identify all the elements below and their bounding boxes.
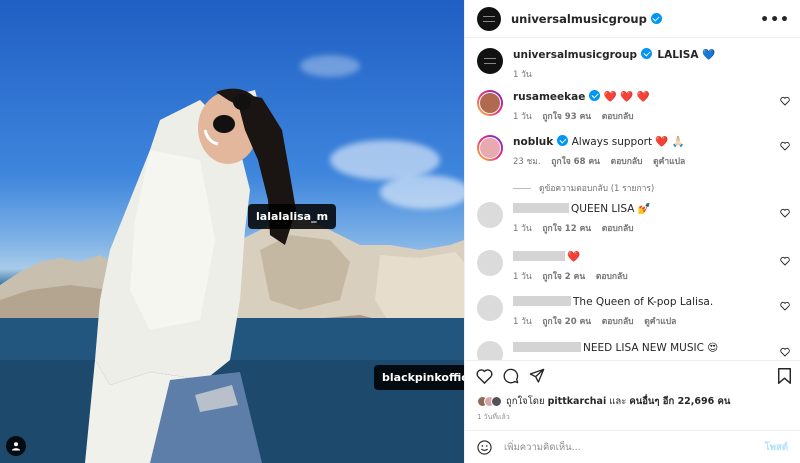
post-time[interactable]: 1 วันที่แล้ว [477,412,510,423]
comment-likes[interactable]: ถูกใจ 2 คน [542,272,585,282]
heart-icon[interactable] [476,368,493,384]
add-comment-bar: เพิ่มความคิดเห็น... โพสต์ [465,430,800,463]
reply-button[interactable]: ตอบกลับ [602,224,634,234]
post-comment-button[interactable]: โพสต์ [765,440,788,455]
comment-time[interactable]: 1 วัน [513,112,532,122]
caption-time[interactable]: 1 วัน [513,70,532,80]
photo-scene [0,88,464,463]
emoji-icon[interactable] [477,439,492,455]
avatar[interactable] [477,6,501,31]
like-comment-heart-icon[interactable] [780,256,790,266]
like-comment-heart-icon[interactable] [780,301,790,311]
post-header: universalmusicgroup ••• [465,0,800,38]
bookmark-icon[interactable] [778,368,791,384]
more-horizontal-icon[interactable]: ••• [760,12,790,28]
comment-text: NEED LISA NEW MUSIC 😍 [583,342,719,354]
likes-others[interactable]: คนอื่นๆ อีก 22,696 คน [629,396,730,407]
comment-likes[interactable]: ถูกใจ 12 คน [542,224,591,234]
comment-item: rusameekae ❤️ ❤️ ❤️ 1 วัน ถูกใจ 93 คน ตอ… [477,90,790,123]
comment-username[interactable]: nobluk [513,136,553,148]
comment-text: The Queen of K-pop Lalisa. [573,296,714,308]
redacted-username [513,296,571,306]
comment-item: QUEEN LISA 💅 1 วัน ถูกใจ 12 คน ตอบกลับ [477,202,790,235]
comment-text: ❤️ [567,251,581,263]
caption-username[interactable]: universalmusicgroup [513,49,637,61]
comment-text: ❤️ ❤️ ❤️ [603,91,650,103]
caption-text: LALISA 💙 [657,49,716,61]
reply-button[interactable]: ตอบกลับ [596,272,628,282]
redacted-username [513,203,569,213]
post-side-panel: universalmusicgroup ••• universalmusicgr… [464,0,800,463]
likes-prefix: ถูกใจโดย [506,396,545,407]
liker-avatar [491,396,502,407]
comment-text: QUEEN LISA 💅 [571,203,651,215]
comments-list[interactable]: universalmusicgroup LALISA 💙 1 วัน rusam… [465,38,800,360]
see-translation[interactable]: ดูคำแปล [653,157,685,167]
comment-time[interactable]: 1 วัน [513,224,532,234]
action-bar [465,360,800,390]
avatar[interactable] [477,48,503,74]
comment-text: Always support ❤️ 🙏🏻 [571,136,685,148]
view-replies-button[interactable]: ดูข้อความตอบกลับ (1 รายการ) [513,181,654,195]
verified-badge-icon [650,13,662,24]
like-comment-heart-icon[interactable] [780,96,790,106]
person-tag-icon[interactable] [6,436,26,456]
author-username[interactable]: universalmusicgroup [511,12,647,26]
post-photo[interactable]: lalalalisa_m blackpinkofficial [0,0,464,463]
redacted-username [513,251,565,261]
comment-likes[interactable]: ถูกใจ 68 คน [551,157,600,167]
verified-badge-icon [641,48,653,59]
avatar[interactable] [477,90,503,116]
comment-likes[interactable]: ถูกใจ 93 คน [542,112,591,122]
liker-username[interactable]: pittkarchai [548,396,607,407]
user-tag[interactable]: lalalalisa_m [248,204,337,229]
likes-middle: และ [609,396,627,407]
comment-likes[interactable]: ถูกใจ 20 คน [542,317,591,327]
user-tag[interactable]: blackpinkofficial [374,365,464,390]
caption: universalmusicgroup LALISA 💙 1 วัน [477,48,790,81]
comment-time[interactable]: 1 วัน [513,272,532,282]
redacted-username [513,342,581,352]
comment-username[interactable]: rusameekae [513,91,585,103]
reply-button[interactable]: ตอบกลับ [602,317,634,327]
avatar[interactable] [477,341,503,360]
like-comment-heart-icon[interactable] [780,141,790,151]
comment-item: The Queen of K-pop Lalisa. 1 วัน ถูกใจ 2… [477,295,790,328]
reply-button[interactable]: ตอบกลับ [611,157,643,167]
share-icon[interactable] [529,368,545,384]
avatar[interactable] [477,202,503,228]
likes-summary[interactable]: ถูกใจโดย pittkarchai และ คนอื่นๆ อีก 22,… [477,394,730,409]
avatar[interactable] [477,135,503,161]
comment-item: nobluk Always support ❤️ 🙏🏻 23 ชม. ถูกใจ… [477,135,790,168]
verified-badge-icon [557,135,569,146]
see-translation[interactable]: ดูคำแปล [644,317,676,327]
comment-time[interactable]: 1 วัน [513,317,532,327]
avatar[interactable] [477,295,503,321]
like-comment-heart-icon[interactable] [780,347,790,357]
reply-button[interactable]: ตอบกลับ [602,112,634,122]
comment-item: ❤️ 1 วัน ถูกใจ 2 คน ตอบกลับ [477,250,790,283]
like-comment-heart-icon[interactable] [780,208,790,218]
avatar[interactable] [477,250,503,276]
comment-item: NEED LISA NEW MUSIC 😍 [477,341,790,360]
verified-badge-icon [589,90,601,101]
comment-input[interactable]: เพิ่มความคิดเห็น... [504,440,765,455]
comment-icon[interactable] [503,368,519,384]
comment-time[interactable]: 23 ชม. [513,157,541,167]
